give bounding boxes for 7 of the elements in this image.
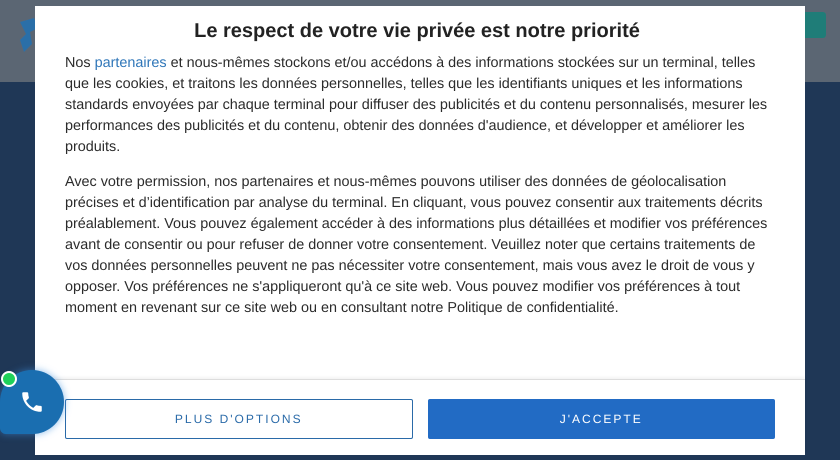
more-options-button[interactable]: PLUS D'OPTIONS (65, 399, 412, 439)
logo-icon (18, 18, 38, 52)
partners-link[interactable]: partenaires (94, 55, 167, 71)
accept-button[interactable]: J'ACCEPTE (428, 399, 775, 439)
dialog-title: Le respect de votre vie privée est notre priorité (193, 19, 641, 44)
paragraph: Avec votre permission, nos partenaires et nous-mêmes pouvons utiliser des données de géolocalisation précises et d’identification par analyse du terminal. En cliquant, vous pouvez consentir aux traitements décrits préalablement. Vous pouvez également accéder à des informations plus détaillées et modifier vos préférences avant de consentir ou pour refuser de donner votre consentement. Veuillez noter que certains traitements de vos données personnelles peuvent ne pas nécessiter votre consentement, mais vous avez le droit de vous y opposer. Vos préférences ne s'appliqueront qu'à ce site web. Vous pouvez modifier vos préférences à tout moment en revenant sur ce site web ou en consultant notre Politique de confidentialité. (65, 173, 768, 318)
paragraph: Nos partenaires et nous-mêmes stockons et/ou accédons à des informations stockées sur un terminal, telles que les cookies, et traitons les données personnelles, telles que les identifiants uniques et les informations standards envoyées par chaque terminal pour diffuser des publicités et du contenu personnalisés, mesurer les performances des publicités et du contenu, obtenir des données d'audience, et développer et améliorer les produits. (65, 54, 768, 157)
